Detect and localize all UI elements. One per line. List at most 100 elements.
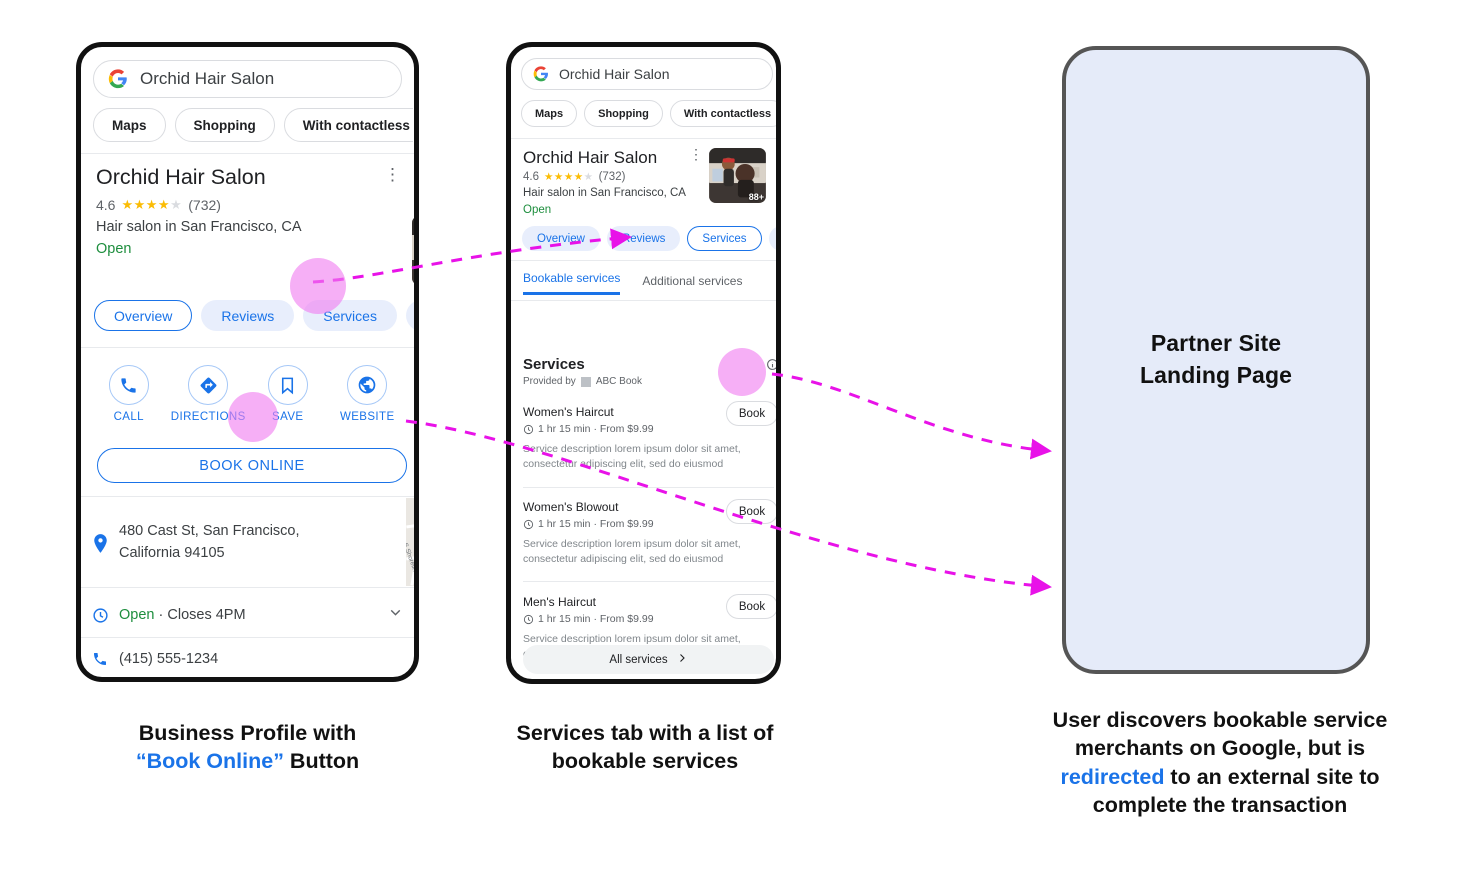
- tap-highlight-services-chip-phone1: [290, 258, 346, 314]
- divider: [81, 587, 414, 588]
- clock-icon: [523, 519, 534, 529]
- filter-chip-shopping[interactable]: Shopping: [584, 100, 663, 127]
- business-photo[interactable]: 88+: [709, 148, 766, 203]
- business-photo[interactable]: 88+: [412, 216, 414, 285]
- phone-number[interactable]: (415) 555-1234: [119, 651, 218, 667]
- partner-site-title-line2: Landing Page: [1140, 362, 1292, 388]
- filter-chip-shopping[interactable]: Shopping: [174, 108, 275, 142]
- caption-phone1: Business Profile with “Book Online” Butt…: [76, 719, 419, 776]
- filter-chip-with-contactless[interactable]: With contactless: [283, 108, 413, 142]
- service-description: Service description lorem ipsum dolor si…: [523, 443, 741, 471]
- caption-phone3: User discovers bookable service merchant…: [1040, 706, 1400, 820]
- directions-icon: [188, 365, 229, 405]
- tab-reviews[interactable]: Reviews: [201, 300, 295, 331]
- website-row[interactable]: orchidhair-sf.com: [81, 681, 419, 682]
- action-label: WEBSITE: [339, 411, 395, 423]
- search-input-value[interactable]: Orchid Hair Salon: [140, 69, 274, 89]
- phone-row[interactable]: (415) 555-1234: [81, 637, 414, 677]
- profile-tab-row[interactable]: Overview Reviews Services Photo: [94, 300, 414, 331]
- filter-chip-maps[interactable]: Maps: [93, 108, 166, 142]
- photo-count-badge: 88+: [748, 192, 764, 202]
- review-count: (732): [188, 197, 221, 213]
- chevron-down-icon[interactable]: [387, 604, 404, 626]
- hours-open-status: Open: [119, 607, 155, 623]
- divider: [81, 681, 414, 682]
- open-status: Open: [523, 204, 552, 216]
- partner-site-title-line1: Partner Site: [1150, 330, 1282, 357]
- business-category: Hair salon in San Francisco, CA: [523, 187, 686, 199]
- divider: [81, 496, 414, 497]
- address-row[interactable]: 480 Cast St, San Francisco, California 9…: [81, 507, 406, 579]
- search-input-value[interactable]: Orchid Hair Salon: [559, 66, 670, 82]
- tap-highlight-book-online: [228, 392, 278, 442]
- rating-row: 4.6 ★★★★★ (732): [96, 197, 221, 213]
- caption-phone1-blue: “Book Online”: [135, 749, 284, 774]
- phone-icon: [81, 651, 119, 667]
- map-thumbnail[interactable]: G6 S Shoreline Blvd Moffe ▤: [406, 498, 414, 586]
- book-button[interactable]: Book: [726, 499, 776, 524]
- divider: [81, 347, 414, 348]
- bookmark-icon: [267, 365, 308, 405]
- search-bar[interactable]: Orchid Hair Salon: [521, 58, 773, 90]
- action-call[interactable]: CALL: [89, 365, 169, 423]
- caption-phone2-line2: bookable services: [551, 749, 739, 774]
- rating-value: 4.6: [96, 197, 116, 213]
- divider: [511, 260, 776, 261]
- clock-icon: [523, 614, 534, 624]
- action-label: CALL: [113, 411, 144, 423]
- filter-chip-row[interactable]: Maps Shopping With contactless Me: [521, 100, 776, 127]
- chevron-right-icon: [676, 652, 688, 667]
- service-description: Service description lorem ipsum dolor si…: [523, 538, 741, 566]
- provided-by-row: Provided by ABC Book: [523, 376, 642, 387]
- business-name: Orchid Hair Salon: [523, 148, 658, 167]
- caption-phone3-blue: redirected: [1060, 764, 1165, 789]
- address-text: 480 Cast St, San Francisco, California 9…: [119, 523, 300, 561]
- caption-phone2-line1: Services tab with a list of: [516, 721, 774, 745]
- kebab-menu-icon[interactable]: ⋮: [384, 166, 401, 183]
- kebab-menu-icon[interactable]: ⋮: [689, 147, 703, 160]
- info-icon[interactable]: [766, 358, 776, 376]
- search-bar[interactable]: Orchid Hair Salon: [93, 60, 402, 98]
- provider-logo: [580, 376, 591, 387]
- hours-detail: · Closes 4PM: [154, 607, 246, 623]
- services-subtab-row[interactable]: Bookable services Additional services: [523, 271, 776, 295]
- google-g-icon: [108, 69, 128, 89]
- service-item: Women's Haircut 1 hr 15 min · From $9.99…: [523, 401, 776, 472]
- phone-mockup-partner-site: Partner Site Landing Page: [1062, 46, 1370, 674]
- star-rating-icon: ★★★★★: [121, 197, 183, 212]
- tab-reviews[interactable]: Reviews: [606, 226, 681, 251]
- tab-services[interactable]: Services: [687, 226, 762, 251]
- divider: [511, 138, 776, 139]
- caption-phone1-rest: Button: [283, 749, 360, 774]
- hours-row[interactable]: Open · Closes 4PM: [81, 593, 414, 637]
- tab-overview[interactable]: Overview: [94, 300, 193, 331]
- rating-value: 4.6: [523, 171, 539, 183]
- book-button[interactable]: Book: [726, 401, 776, 426]
- all-services-label: All services: [609, 653, 668, 666]
- business-category: Hair salon in San Francisco, CA: [96, 219, 302, 235]
- action-website[interactable]: WEBSITE: [328, 365, 408, 423]
- provided-by-label: Provided by: [523, 376, 576, 387]
- filter-chip-with-contactless[interactable]: With contactless: [669, 100, 776, 127]
- caption-phone1-line2: “Book Online” Button: [76, 747, 419, 775]
- filter-chip-row[interactable]: Maps Shopping With contactless Me: [93, 108, 413, 142]
- book-button[interactable]: Book: [726, 594, 776, 619]
- star-rating-icon: ★★★★★: [544, 171, 594, 183]
- tab-photos[interactable]: Photo: [768, 226, 776, 251]
- tab-overview[interactable]: Overview: [522, 226, 600, 251]
- all-services-button[interactable]: All services: [523, 645, 774, 674]
- divider: [511, 300, 776, 301]
- tab-photos[interactable]: Photo: [405, 300, 414, 331]
- subtab-additional-services[interactable]: Additional services: [642, 274, 742, 295]
- provider-name: ABC Book: [595, 376, 642, 387]
- profile-tab-row[interactable]: Overview Reviews Services Photo: [522, 226, 776, 251]
- filter-chip-maps[interactable]: Maps: [521, 100, 578, 127]
- caption-phone3-part1: User discovers bookable service merchant…: [1052, 708, 1388, 761]
- divider: [523, 581, 774, 582]
- subtab-bookable-services[interactable]: Bookable services: [523, 271, 621, 295]
- rating-row: 4.6 ★★★★★ (732): [523, 171, 625, 183]
- book-online-button[interactable]: BOOK ONLINE: [97, 448, 407, 483]
- divider: [523, 487, 774, 488]
- arrow-book-to-partner: [771, 372, 1052, 460]
- globe-icon: [347, 365, 388, 405]
